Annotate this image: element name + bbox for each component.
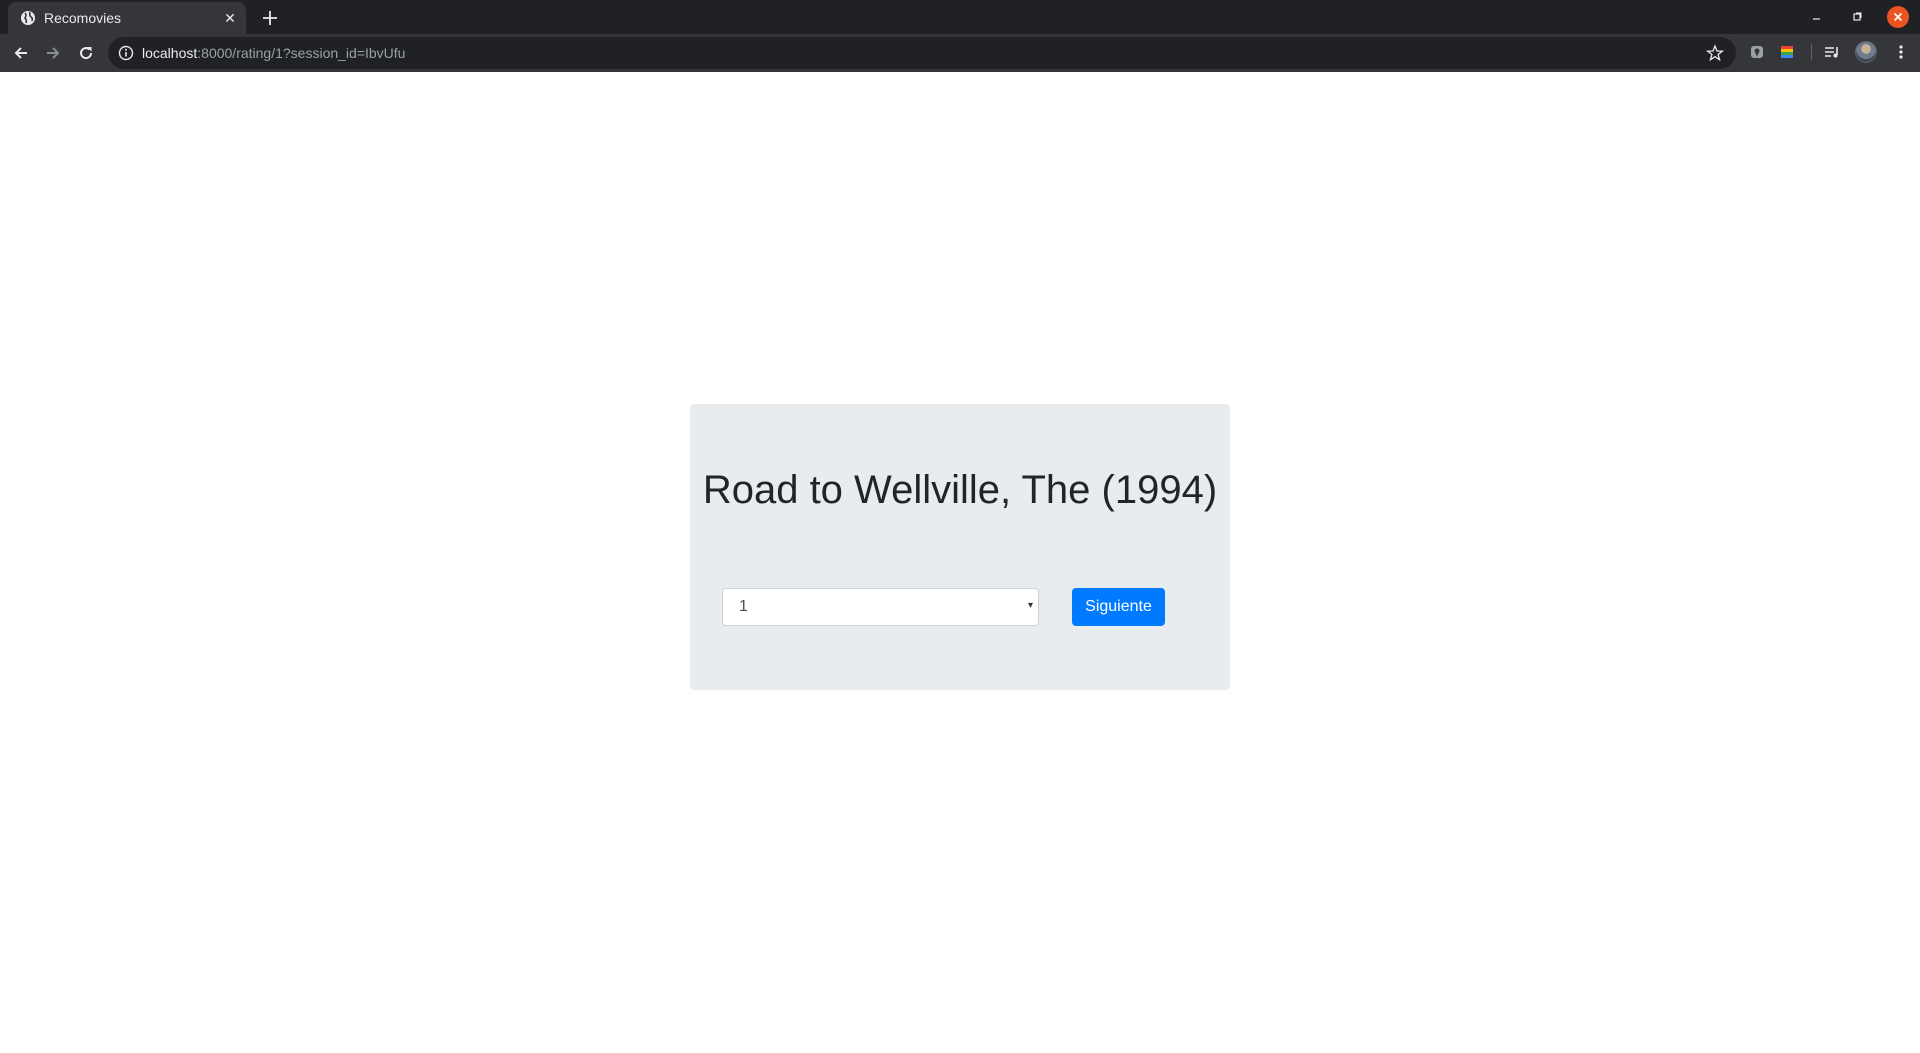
info-icon[interactable]	[118, 45, 134, 61]
forward-arrow-icon[interactable]	[42, 42, 64, 64]
tab-strip: Recomovies ✕	[0, 0, 1920, 34]
tab-close-icon[interactable]: ✕	[222, 10, 238, 26]
rating-card: Road to Wellville, The (1994) 1 ▾ Siguie…	[690, 404, 1230, 690]
movie-title: Road to Wellville, The (1994)	[702, 468, 1218, 512]
media-queue-icon[interactable]	[1823, 43, 1841, 61]
rating-select-value: 1	[739, 598, 748, 615]
back-arrow-icon[interactable]	[10, 42, 32, 64]
url-path: :8000/rating/1?session_id=IbvUfu	[197, 45, 406, 61]
minimize-icon[interactable]	[1808, 8, 1826, 26]
close-window-icon[interactable]	[1887, 6, 1909, 28]
menu-icon[interactable]	[1892, 43, 1910, 61]
chevron-down-icon: ▾	[1027, 600, 1033, 611]
browser-toolbar: localhost:8000/rating/1?session_id=IbvUf…	[0, 34, 1920, 72]
reload-icon[interactable]	[75, 42, 97, 64]
url-host: localhost	[142, 45, 198, 61]
globe-icon	[21, 11, 35, 25]
address-bar[interactable]: localhost:8000/rating/1?session_id=IbvUf…	[108, 37, 1736, 69]
rating-select[interactable]: 1 ▾	[722, 588, 1039, 626]
next-button[interactable]: Siguiente	[1072, 588, 1165, 626]
tab-title: Recomovies	[44, 10, 122, 26]
star-icon[interactable]	[1706, 44, 1724, 62]
url-text: localhost:8000/rating/1?session_id=IbvUf…	[142, 45, 405, 61]
browser-tab[interactable]: Recomovies ✕	[8, 2, 246, 34]
restore-icon[interactable]	[1848, 8, 1866, 26]
shield-extension-icon[interactable]	[1748, 43, 1766, 61]
toolbar-separator	[1811, 44, 1812, 60]
profile-avatar[interactable]	[1855, 41, 1877, 63]
new-tab-icon[interactable]	[259, 7, 281, 29]
colorful-extension-icon[interactable]	[1778, 43, 1796, 61]
